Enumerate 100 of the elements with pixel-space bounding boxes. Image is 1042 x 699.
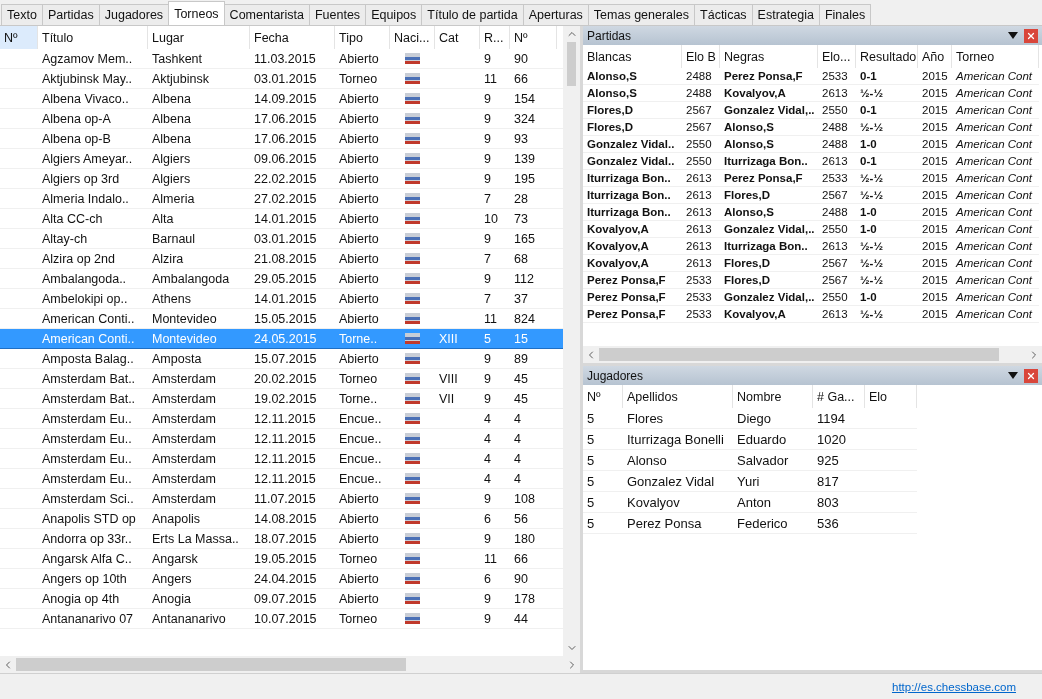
panel-title: Partidas [587,28,633,43]
flag-icon [405,453,420,464]
table-cell-text: Algiers Ameyar.. [41,150,134,168]
table-cell-text: Abierto [338,590,380,608]
scroll-thumb[interactable] [599,348,999,361]
table-cell-text: Amsterdam Bat.. [41,390,137,408]
table-cell-text: 9 [483,370,492,388]
table-cell-text: 11 [483,70,498,88]
table-cell-text: 11 [483,310,498,328]
flag-icon [405,233,420,244]
table-cell-text: Ambelokipi op.. [41,290,129,308]
table-cell-text: Amsterdam Bat.. [41,370,137,388]
table-cell-text: 4 [513,450,522,468]
tab[interactable]: Jugadores [98,4,170,25]
horizontal-scrollbar[interactable] [0,656,580,673]
table-cell-text: Abierto [338,510,380,528]
table-cell-text: 7 [483,250,492,268]
table-cell-text: Amsterdam Sci.. [41,490,135,508]
vertical-scrollbar[interactable] [563,26,580,656]
table-cell-text: 90 [513,50,529,68]
tab[interactable]: Aperturas [522,4,589,25]
tab[interactable]: Torneos [168,1,225,25]
panel-title: Jugadores [587,368,645,383]
scroll-thumb[interactable] [567,42,576,86]
website-link[interactable]: http://es.chessbase.com [892,680,1016,693]
tab[interactable]: Comentarista [223,4,310,25]
table-cell-text: Antananarivo 07 [41,610,135,628]
table-cell-text: 56 [513,510,529,528]
table-cell-text: Algiers [151,150,192,168]
tab[interactable]: Tácticas [694,4,753,25]
flag-icon [405,413,420,424]
table-cell-text: Albena [151,130,192,148]
table-cell-text: 45 [513,370,529,388]
table-cell-text: 14.01.2015 [253,290,318,308]
table-cell-text: Amposta [151,350,203,368]
flag-icon [405,333,420,344]
table-cell-text: 03.01.2015 [253,230,318,248]
tab[interactable]: Título de partida [421,4,524,25]
table-cell-text: 17.06.2015 [253,130,318,148]
flag-icon [405,73,420,84]
table-cell-text: Torneo [338,610,379,628]
table-cell-text: Abierto [338,50,380,68]
table-cell-text: Abierto [338,530,380,548]
table-cell-text: 10.07.2015 [253,610,318,628]
table-cell-text: 9 [483,490,492,508]
table-cell-text: 28 [513,190,529,208]
table-cell-text: Amsterdam [151,470,217,488]
table-cell-text: Amsterdam Eu.. [41,430,133,448]
table-cell-text: Encue.. [338,470,383,488]
close-button[interactable] [1024,368,1038,383]
flag-icon [405,533,420,544]
table-cell-text: Amsterdam [151,390,217,408]
tab[interactable]: Finales [818,4,872,25]
dropdown-icon[interactable] [1008,32,1018,39]
table-cell-text: Abierto [338,90,380,108]
table-cell-text: 11.07.2015 [253,490,317,508]
table-cell-text: 68 [513,250,529,268]
table-cell-text: Athens [151,290,192,308]
table-cell-text: 93 [513,130,529,148]
tab[interactable]: Partidas [41,4,100,25]
table-cell-text: 19.02.2015 [253,390,318,408]
dropdown-icon[interactable] [1008,372,1018,379]
table-cell-text: 03.01.2015 [253,70,318,88]
scroll-thumb[interactable] [16,658,406,671]
tab[interactable]: Fuentes [308,4,367,25]
table-cell-text: Abierto [338,190,380,208]
table-cell-text: Anogia [151,590,192,608]
table-cell-text: 22.02.2015 [253,170,318,188]
table-cell-text: Agzamov Mem.. [41,50,134,68]
close-button[interactable] [1024,28,1038,43]
table-cell-text: Almeria [151,190,196,208]
tab[interactable]: Texto [1,4,43,25]
column-header[interactable]: Nº [0,26,38,49]
flag-icon [405,93,420,104]
table-cell-text: 9 [483,270,492,288]
tab[interactable]: Estrategia [751,4,820,25]
table-cell-text: Aktjubinsk May.. [41,70,134,88]
table-cell-text: Amsterdam Eu.. [41,450,133,468]
flag-icon [405,593,420,604]
table-cell-text: Albena op-A [41,110,112,128]
table-cell-text: 20.02.2015 [253,370,318,388]
table-cell-text: 9 [483,350,492,368]
table-cell-text: Montevideo [151,330,218,348]
table-cell-text: 24.05.2015 [253,330,318,348]
table-cell-text: 12.11.2015 [253,410,317,428]
table-cell-text: 6 [483,570,492,588]
flag-icon [405,373,420,384]
table-cell-text: 9 [483,390,492,408]
table-cell-text: Anogia op 4th [41,590,121,608]
horizontal-scrollbar[interactable] [583,346,1042,363]
table-cell-text: Angers op 10th [41,570,128,588]
table-cell-text: Abierto [338,350,380,368]
table-cell-text: Algiers [151,170,192,188]
table-cell-text: 29.05.2015 [253,270,318,288]
flag-icon [405,153,420,164]
table-cell-text: 9 [483,90,492,108]
tab[interactable]: Temas generales [587,4,696,25]
table-cell-text: 4 [483,410,492,428]
tab[interactable]: Equipos [365,4,423,25]
table-cell-text: Abierto [338,110,380,128]
